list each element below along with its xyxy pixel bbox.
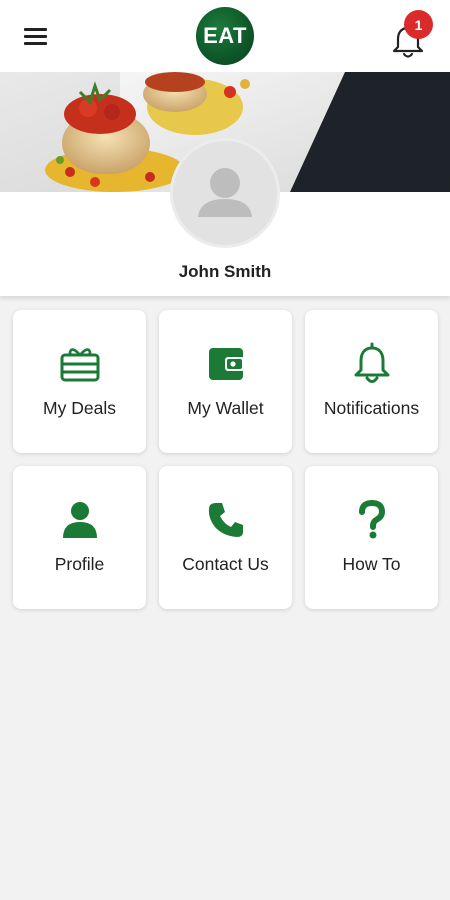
tile-my-deals[interactable]: My Deals	[13, 310, 146, 453]
tile-my-wallet[interactable]: My Wallet	[159, 310, 292, 453]
menu-button[interactable]	[22, 24, 50, 48]
bell-icon	[354, 342, 389, 383]
phone-icon	[208, 503, 243, 537]
gift-card-icon	[60, 348, 99, 382]
tile-label: My Deals	[43, 398, 116, 418]
user-name: John Smith	[178, 262, 272, 281]
notification-count-badge: 1	[404, 10, 433, 39]
tile-contact-us[interactable]: Contact Us	[159, 466, 292, 609]
tile-notifications[interactable]: Notifications	[305, 310, 438, 453]
wallet-icon	[208, 348, 245, 380]
hamburger-menu-icon-line	[24, 42, 47, 45]
tile-label: Contact Us	[182, 554, 269, 574]
tile-profile[interactable]: Profile	[13, 466, 146, 609]
tile-label: My Wallet	[187, 398, 264, 418]
tile-how-to[interactable]: How To	[305, 466, 438, 609]
tile-label: Profile	[54, 554, 105, 574]
hamburger-menu-icon	[24, 28, 47, 31]
question-mark-icon	[358, 500, 385, 539]
tile-label: Notifications	[323, 398, 420, 418]
person-icon	[62, 502, 97, 538]
top-app-bar: EAT 1	[0, 0, 450, 72]
hamburger-menu-icon-line	[24, 35, 47, 38]
app-logo[interactable]: EAT	[196, 7, 254, 65]
logo-text: EAT	[203, 23, 247, 48]
avatar[interactable]	[170, 138, 280, 248]
tile-label: How To	[342, 554, 401, 574]
person-placeholder-icon	[198, 168, 252, 217]
